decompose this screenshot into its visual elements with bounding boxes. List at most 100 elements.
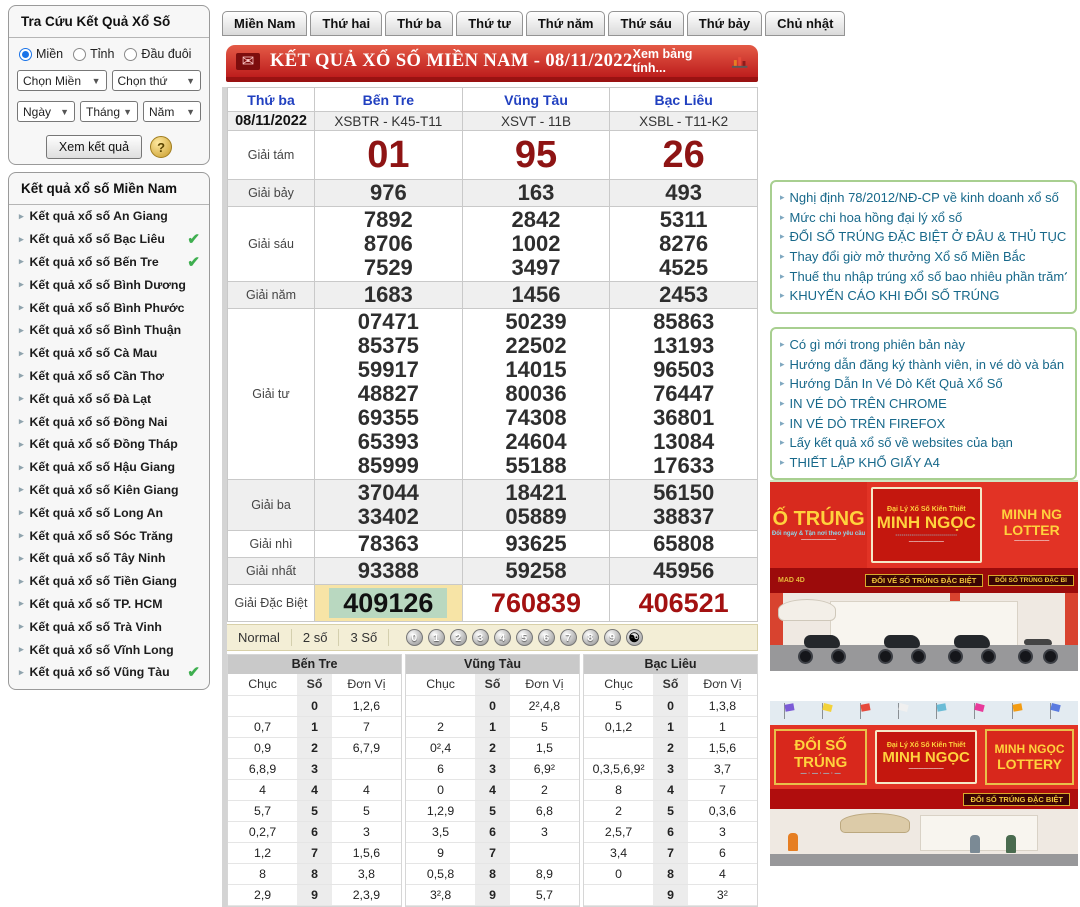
- prize-number: 56150: [610, 481, 757, 505]
- select-day-value: Ngày: [23, 105, 51, 119]
- tab-miền-nam[interactable]: Miền Nam: [222, 11, 307, 36]
- digit-ball-7[interactable]: 7: [560, 629, 577, 646]
- tab-thứ-tư[interactable]: Thứ tư: [456, 11, 523, 36]
- news-link[interactable]: ▸Có gì mới trong phiên bản này: [780, 335, 1067, 355]
- sidebar-item-label: Kết quả xổ số Cà Mau: [30, 346, 158, 360]
- analysis-section-bạc-liêu: Bạc LiêuChụcSốĐơn Vị501,3,80,1,21121,5,6…: [583, 654, 758, 907]
- sidebar-item[interactable]: ▸Kết quả xổ số Long An: [9, 501, 209, 524]
- filter-mode-2-số[interactable]: 2 số: [292, 629, 340, 646]
- prize-number: 1002: [463, 232, 610, 256]
- prize-label: Giải nhì: [228, 531, 315, 558]
- prize-cell: 409126: [315, 585, 463, 622]
- prize-cell: 3704433402: [315, 480, 463, 531]
- news-link[interactable]: ▸Lấy kết quả xổ số về websites của bạn: [780, 433, 1067, 453]
- tab-thứ-năm[interactable]: Thứ năm: [526, 11, 606, 36]
- sidebar-item[interactable]: ▸Kết quả xổ số Bình Phước: [9, 296, 209, 319]
- tab-chủ-nhật[interactable]: Chủ nhật: [765, 11, 845, 36]
- news-link-label: Lấy kết quả xổ số về websites của bạn: [790, 435, 1013, 450]
- sidebar-item[interactable]: ▸Kết quả xổ số Bình Thuận: [9, 319, 209, 342]
- select-region[interactable]: Chọn Miền ▼: [17, 70, 107, 91]
- analysis-cell: [332, 758, 401, 779]
- digit-ball-0[interactable]: 0: [406, 629, 423, 646]
- news-link[interactable]: ▸ĐỔI SỐ TRÚNG ĐẶC BIỆT Ở ĐÂU & THỦ TỤC N…: [780, 227, 1067, 247]
- select-day[interactable]: Ngày ▼: [17, 101, 75, 122]
- select-month[interactable]: Tháng ▼: [80, 101, 138, 122]
- digit-ball-6[interactable]: 6: [538, 629, 555, 646]
- sidebar-item[interactable]: ▸Kết quả xổ số Tiền Giang: [9, 570, 209, 593]
- digit-ball-9[interactable]: 9: [604, 629, 621, 646]
- news-link[interactable]: ▸THIẾT LẬP KHỔ GIẤY A4: [780, 453, 1067, 473]
- sidebar-item[interactable]: ▸Kết quả xổ số Đà Lạt: [9, 387, 209, 410]
- arrow-bullet-icon: ▸: [19, 667, 24, 678]
- yinyang-ball-icon[interactable]: ☯: [626, 629, 643, 646]
- radio-tinh[interactable]: [73, 48, 86, 61]
- news-link-label: Thuế thu nhập trúng xổ số bao nhiêu phần…: [790, 269, 1067, 284]
- sidebar-item[interactable]: ▸Kết quả xổ số An Giang: [9, 205, 209, 228]
- sidebar-item[interactable]: ▸Kết quả xổ số Đồng Nai: [9, 410, 209, 433]
- prize-number: 22502: [463, 334, 610, 358]
- select-year[interactable]: Năm ▼: [143, 101, 201, 122]
- digit-ball-4[interactable]: 4: [494, 629, 511, 646]
- tab-thứ-hai[interactable]: Thứ hai: [310, 11, 382, 36]
- sidebar-item[interactable]: ▸Kết quả xổ số Cần Thơ: [9, 365, 209, 388]
- news-link[interactable]: ▸Mức chi hoa hồng đại lý xổ số: [780, 208, 1067, 228]
- sidebar-item[interactable]: ▸Kết quả xổ số Bình Dương: [9, 273, 209, 296]
- news-link[interactable]: ▸Thuế thu nhập trúng xổ số bao nhiêu phầ…: [780, 266, 1067, 286]
- sidebar-item[interactable]: ▸Kết quả xổ số Kiên Giang: [9, 479, 209, 502]
- arrow-bullet-icon: ▸: [19, 530, 24, 541]
- tab-thứ-bảy[interactable]: Thứ bảy: [687, 11, 762, 36]
- sidebar-item[interactable]: ▸Kết quả xổ số Hậu Giang: [9, 456, 209, 479]
- news-link[interactable]: ▸Thay đổi giờ mở thưởng Xổ số Miền Bắc: [780, 247, 1067, 267]
- sidebar-item[interactable]: ▸Kết quả xổ số TP. HCM: [9, 593, 209, 616]
- news-link[interactable]: ▸Hướng Dẫn In Vé Dò Kết Quả Xổ Số: [780, 374, 1067, 394]
- draw-code: XSBL - T11-K2: [610, 112, 758, 131]
- sidebar-item[interactable]: ▸Kết quả xổ số Vũng Tàu✔: [9, 661, 209, 684]
- flag-icon: [860, 703, 870, 711]
- news-link[interactable]: ▸Nghị định 78/2012/NĐ-CP về kinh doanh x…: [780, 188, 1067, 208]
- flag-icon: [822, 703, 832, 712]
- radio-dauduoi[interactable]: [124, 48, 137, 61]
- sidebar-item-label: Kết quả xổ số TP. HCM: [30, 597, 163, 611]
- filter-mode-normal[interactable]: Normal: [227, 629, 292, 646]
- sidebar-item[interactable]: ▸Kết quả xổ số Vĩnh Long: [9, 638, 209, 661]
- prize-cell: 93625: [462, 531, 610, 558]
- digit-ball-5[interactable]: 5: [516, 629, 533, 646]
- digit-ball-3[interactable]: 3: [472, 629, 489, 646]
- view-results-button[interactable]: Xem kết quả: [46, 135, 142, 159]
- digit-ball-8[interactable]: 8: [582, 629, 599, 646]
- sidebar-item[interactable]: ▸Kết quả xổ số Sóc Trăng: [9, 524, 209, 547]
- news-link[interactable]: ▸IN VÉ DÒ TRÊN CHROME: [780, 394, 1067, 414]
- prize-number: 85999: [315, 454, 462, 478]
- view-spreadsheet-link[interactable]: Xem bảng tính...: [633, 47, 748, 75]
- tab-thứ-ba[interactable]: Thứ ba: [385, 11, 453, 36]
- sidebar-item[interactable]: ▸Kết quả xổ số Trà Vinh: [9, 615, 209, 638]
- news-link[interactable]: ▸KHUYẾN CÁO KHI ĐỔI SỐ TRÚNG: [780, 286, 1067, 306]
- filter-mode-3-số[interactable]: 3 Số: [339, 629, 389, 646]
- sidebar-item[interactable]: ▸Kết quả xổ số Cà Mau: [9, 342, 209, 365]
- prize-cell: 1842105889: [462, 480, 610, 531]
- sidebar-item[interactable]: ▸Kết quả xổ số Đồng Tháp: [9, 433, 209, 456]
- analysis-cell: 5: [510, 716, 579, 737]
- tab-thứ-sáu[interactable]: Thứ sáu: [608, 11, 683, 36]
- help-icon[interactable]: ?: [150, 136, 172, 158]
- sidebar-item[interactable]: ▸Kết quả xổ số Tây Ninh: [9, 547, 209, 570]
- arrow-bullet-icon: ▸: [780, 359, 785, 370]
- analysis-cell: 0: [406, 779, 475, 800]
- analysis-cell: 0,1,2: [584, 716, 653, 737]
- news-link[interactable]: ▸IN VÉ DÒ TRÊN FIREFOX: [780, 413, 1067, 433]
- digit-ball-2[interactable]: 2: [450, 629, 467, 646]
- sidebar-item[interactable]: ▸Kết quả xổ số Bến Tre✔: [9, 251, 209, 274]
- prize-number: 976: [315, 181, 462, 205]
- sidebar-item-label: Kết quả xổ số Đồng Nai: [30, 415, 168, 429]
- arrow-bullet-icon: ▸: [19, 439, 24, 450]
- analysis-row: 501,3,8: [584, 695, 757, 716]
- select-weekday[interactable]: Chọn thứ ▼: [112, 70, 202, 91]
- news-link[interactable]: ▸Hướng dẫn đăng ký thành viên, in vé dò …: [780, 355, 1067, 375]
- prize-label: Giải nhất: [228, 558, 315, 585]
- digit-ball-1[interactable]: 1: [428, 629, 445, 646]
- analysis-cell: 6: [688, 842, 757, 863]
- sidebar-item-label: Kết quả xổ số Bến Tre: [30, 255, 159, 269]
- sidebar-item[interactable]: ▸Kết quả xổ số Bạc Liêu✔: [9, 228, 209, 251]
- arrow-bullet-icon: ▸: [19, 325, 24, 336]
- radio-mien[interactable]: [19, 48, 32, 61]
